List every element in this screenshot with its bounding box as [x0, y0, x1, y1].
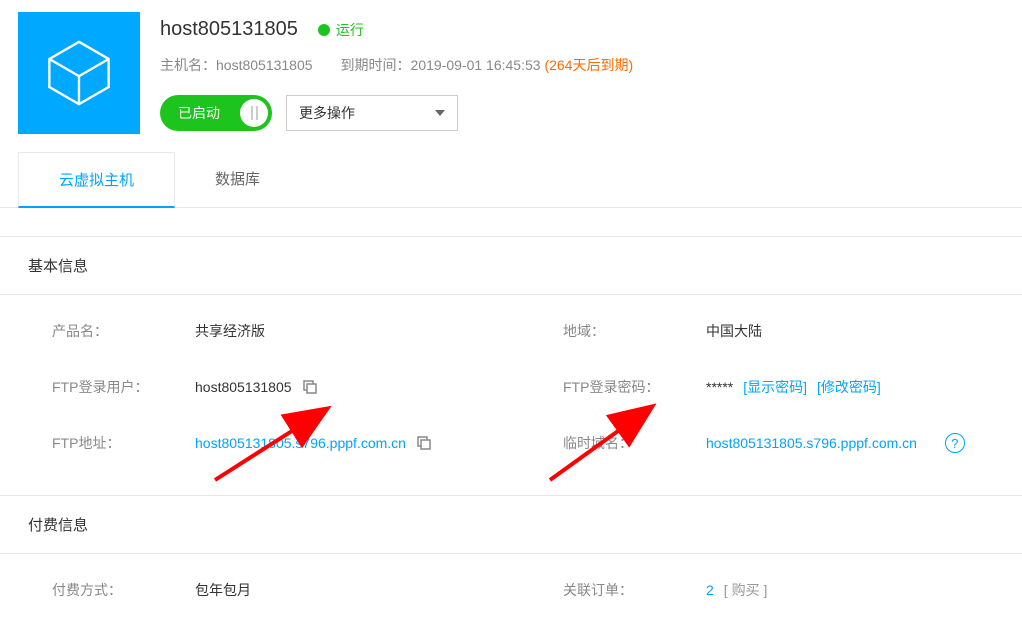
product-cube-icon: [18, 12, 140, 134]
power-toggle[interactable]: 已启动: [160, 95, 272, 131]
payment-section: 付费信息 付费方式： 包年包月 关联订单： 2 [ 购买 ]: [0, 495, 1022, 626]
show-password-link[interactable]: [显示密码]: [743, 377, 807, 397]
expire-meta: 到期时间：2019-09-01 16:45:53 (264天后到期): [341, 55, 634, 75]
copy-icon[interactable]: [302, 379, 318, 395]
temp-domain-cell: 临时域名： host805131805.s796.pppf.com.cn ?: [511, 433, 1022, 453]
basic-info-section: 基本信息 产品名： 共享经济版 地域： 中国大陆 FTP登录用户： host80…: [0, 236, 1022, 479]
hostname-label: 主机名：: [160, 57, 216, 73]
product-name-cell: 产品名： 共享经济版: [0, 321, 511, 341]
info-row: FTP登录用户： host805131805 FTP登录密码： ***** [显…: [0, 359, 1022, 415]
ftp-pass-cell: FTP登录密码： ***** [显示密码] [修改密码]: [511, 377, 1022, 397]
status-dot-icon: [318, 24, 330, 36]
info-row: 产品名： 共享经济版 地域： 中国大陆: [0, 303, 1022, 359]
order-tag: [ 购买 ]: [724, 580, 768, 600]
header-info: host805131805 运行 主机名：host805131805 到期时间：…: [160, 12, 1004, 134]
ftp-user-cell: FTP登录用户： host805131805: [0, 377, 511, 397]
region-cell: 地域： 中国大陆: [511, 321, 1022, 341]
status-badge: 运行: [318, 20, 364, 40]
hostname-value: host805131805: [216, 57, 313, 73]
order-cell: 关联订单： 2 [ 购买 ]: [511, 580, 1022, 600]
action-row: 已启动 更多操作: [160, 95, 1004, 131]
header-area: host805131805 运行 主机名：host805131805 到期时间：…: [0, 0, 1022, 134]
ftp-pass-value-wrap: ***** [显示密码] [修改密码]: [706, 377, 1022, 397]
region-label: 地域：: [511, 321, 706, 341]
basic-info-header: 基本信息: [0, 237, 1022, 295]
info-row: 付费方式： 包年包月 关联订单： 2 [ 购买 ]: [0, 562, 1022, 618]
info-row: FTP地址： host805131805.s796.pppf.com.cn 临时…: [0, 415, 1022, 471]
pay-method-label: 付费方式：: [0, 580, 195, 600]
change-password-link[interactable]: [修改密码]: [817, 377, 881, 397]
expire-warning: (264天后到期): [544, 57, 633, 73]
order-value-wrap: 2 [ 购买 ]: [706, 580, 1022, 600]
copy-icon[interactable]: [416, 435, 432, 451]
product-name-label: 产品名：: [0, 321, 195, 341]
ftp-pass-label: FTP登录密码：: [511, 377, 706, 397]
ftp-user-value: host805131805: [195, 377, 511, 397]
page-container: host805131805 运行 主机名：host805131805 到期时间：…: [0, 0, 1022, 626]
temp-domain-link[interactable]: host805131805.s796.pppf.com.cn: [706, 435, 917, 451]
payment-grid: 付费方式： 包年包月 关联订单： 2 [ 购买 ]: [0, 554, 1022, 626]
payment-header: 付费信息: [0, 496, 1022, 554]
tabs-nav: 云虚拟主机 数据库: [0, 152, 1022, 208]
cube-icon: [40, 34, 118, 112]
tab-vhost[interactable]: 云虚拟主机: [18, 152, 175, 208]
region-value: 中国大陆: [706, 321, 1022, 341]
tab-database[interactable]: 数据库: [175, 152, 300, 207]
caret-down-icon: [435, 110, 445, 116]
temp-domain-label: 临时域名：: [511, 433, 706, 453]
pay-method-cell: 付费方式： 包年包月: [0, 580, 511, 600]
pay-method-value: 包年包月: [195, 580, 511, 600]
title-row: host805131805 运行: [160, 18, 1004, 41]
expire-value: 2019-09-01 16:45:53: [411, 57, 541, 73]
expire-label: 到期时间：: [341, 57, 411, 73]
ftp-pass-masked: *****: [706, 379, 733, 395]
toggle-knob-icon: [240, 99, 268, 127]
ftp-addr-value-wrap: host805131805.s796.pppf.com.cn: [195, 433, 511, 453]
temp-domain-value-wrap: host805131805.s796.pppf.com.cn ?: [706, 433, 1022, 453]
meta-row: 主机名：host805131805 到期时间：2019-09-01 16:45:…: [160, 55, 1004, 75]
ftp-user-label: FTP登录用户：: [0, 377, 195, 397]
order-label: 关联订单：: [511, 580, 706, 600]
hostname-meta: 主机名：host805131805: [160, 55, 313, 75]
toggle-label: 已启动: [178, 103, 220, 123]
more-actions-label: 更多操作: [299, 103, 355, 123]
ftp-addr-link[interactable]: host805131805.s796.pppf.com.cn: [195, 435, 406, 451]
more-actions-dropdown[interactable]: 更多操作: [286, 95, 458, 131]
status-text: 运行: [336, 20, 364, 40]
ftp-addr-cell: FTP地址： host805131805.s796.pppf.com.cn: [0, 433, 511, 453]
basic-info-grid: 产品名： 共享经济版 地域： 中国大陆 FTP登录用户： host8051318…: [0, 295, 1022, 479]
help-icon[interactable]: ?: [945, 433, 965, 453]
order-count-link[interactable]: 2: [706, 582, 714, 598]
host-title: host805131805: [160, 18, 298, 41]
ftp-user-text: host805131805: [195, 379, 292, 395]
ftp-addr-label: FTP地址：: [0, 433, 195, 453]
product-name-value: 共享经济版: [195, 321, 511, 341]
